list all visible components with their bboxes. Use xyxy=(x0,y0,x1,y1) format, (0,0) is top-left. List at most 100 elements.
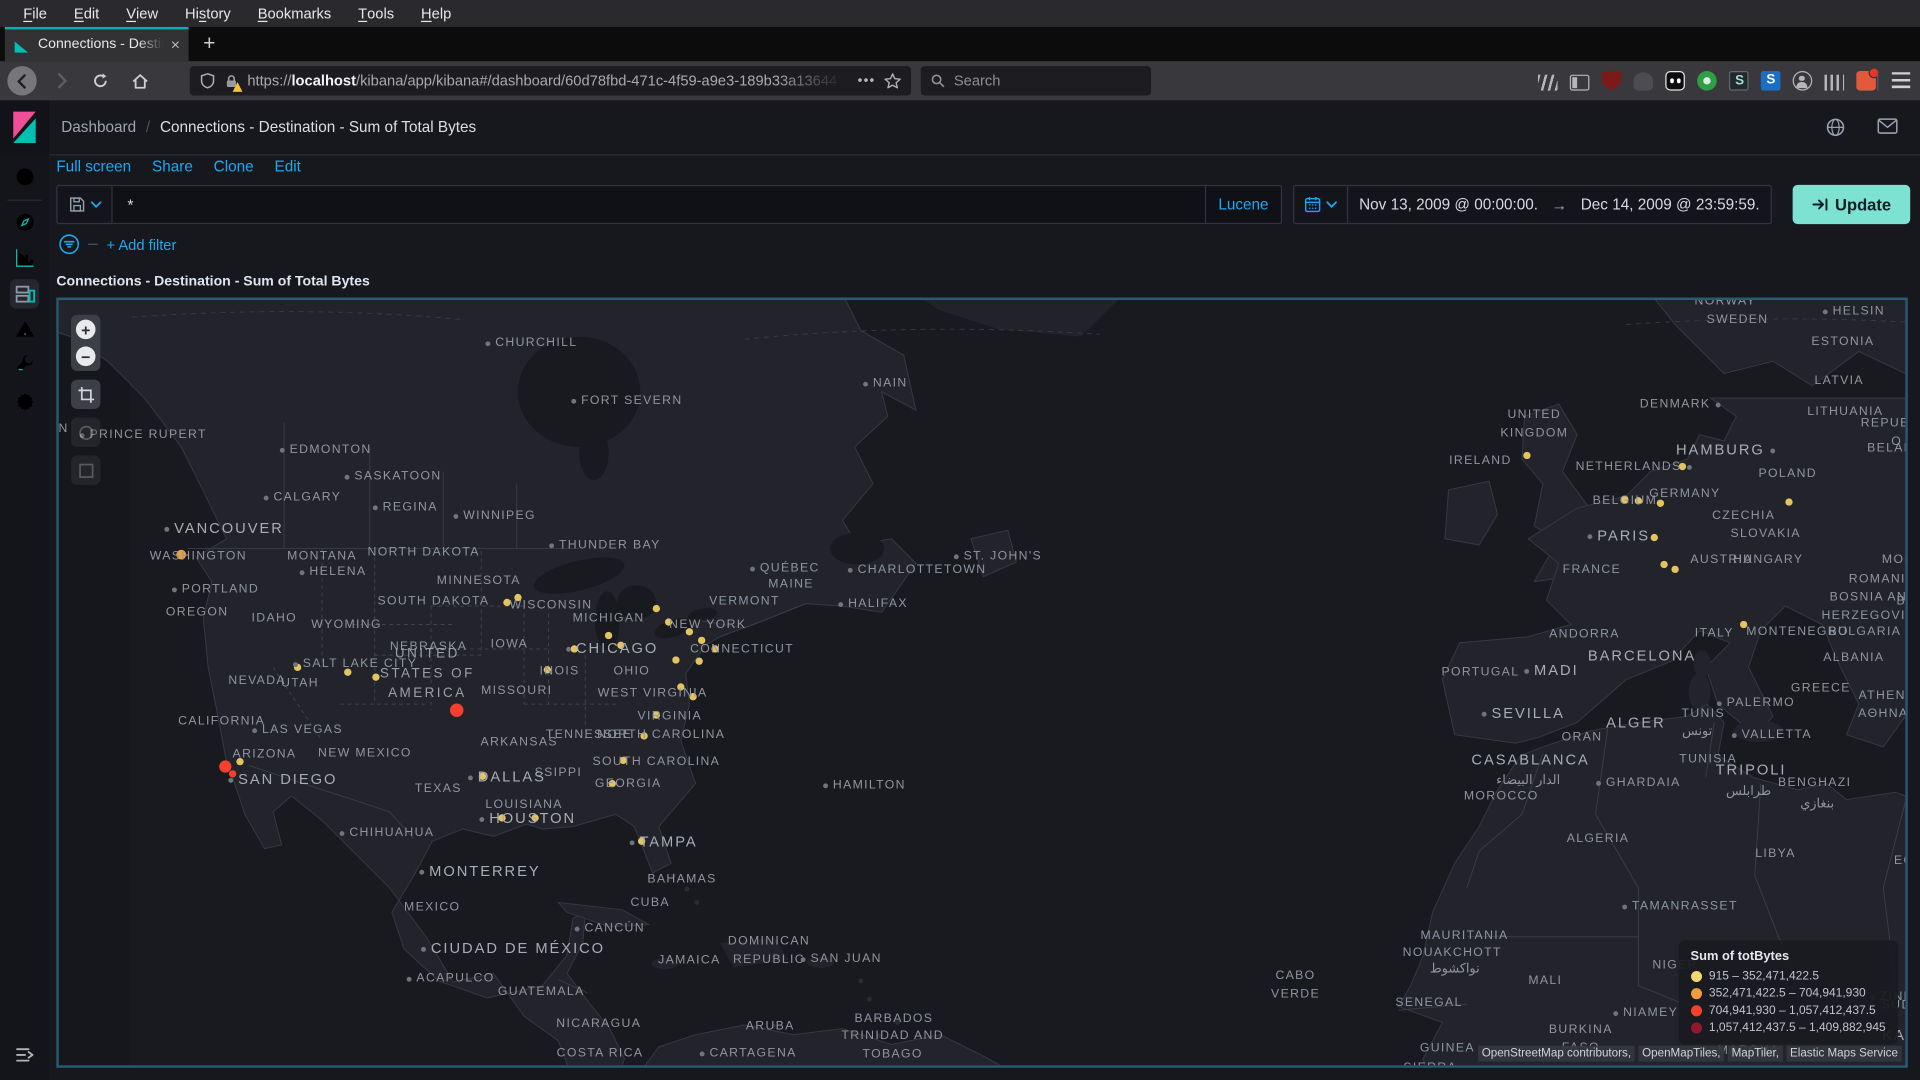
map-label: MADI xyxy=(1524,660,1578,681)
menu-help[interactable]: Help xyxy=(408,0,465,27)
geo-filter-rect-button[interactable] xyxy=(71,455,101,485)
data-point-yellow[interactable] xyxy=(1785,498,1793,506)
new-tab-button[interactable]: + xyxy=(189,27,231,61)
city-dot xyxy=(479,816,485,822)
library-extension-icon[interactable] xyxy=(1537,74,1558,90)
alerts-triangle-icon[interactable] xyxy=(10,313,39,342)
map-label: CANCÚN xyxy=(574,921,645,939)
page-actions-icon[interactable]: ••• xyxy=(858,73,876,88)
bookmark-star-icon[interactable] xyxy=(884,72,901,89)
stylus-extension-icon[interactable] xyxy=(1728,71,1749,91)
calendar-button[interactable] xyxy=(1294,186,1349,223)
reload-button[interactable] xyxy=(86,66,115,95)
menu-edit[interactable]: Edit xyxy=(60,0,112,27)
data-point-yellow[interactable] xyxy=(1671,565,1679,574)
map-label: NIAMEY xyxy=(1613,1005,1678,1023)
attribution-chip[interactable]: OpenStreetMap contributors, xyxy=(1478,1045,1635,1062)
menu-tools[interactable]: Tools xyxy=(345,0,408,27)
help-globe-icon[interactable] xyxy=(1826,118,1846,138)
search-icon xyxy=(931,74,945,88)
management-gear-icon[interactable] xyxy=(10,386,39,415)
kibana-logo[interactable] xyxy=(0,99,49,155)
map-label: TRINIDAD AND TOBAGO xyxy=(841,1029,944,1061)
city-dot xyxy=(467,775,473,780)
data-point-yellow[interactable] xyxy=(372,673,380,681)
clone-link[interactable]: Clone xyxy=(214,158,254,175)
cookie-extension-icon[interactable] xyxy=(1665,71,1685,91)
map-label: LATVIA xyxy=(1814,374,1864,388)
dev-tools-wrench-icon[interactable] xyxy=(10,348,39,377)
data-point-red[interactable] xyxy=(450,703,464,717)
dashboard-icon[interactable] xyxy=(9,279,40,309)
visualize-chart-icon[interactable] xyxy=(10,242,39,271)
query-value[interactable]: * xyxy=(127,195,1205,213)
attribution-chip[interactable]: OpenMapTiles, xyxy=(1638,1045,1725,1062)
lock-warning-icon[interactable] xyxy=(224,73,243,92)
newsfeed-envelope-icon[interactable] xyxy=(1877,118,1898,135)
query-language-toggle[interactable]: Lucene xyxy=(1204,186,1281,223)
map-label: LAS VEGAS xyxy=(252,722,343,740)
back-button[interactable] xyxy=(7,66,37,96)
menu-view[interactable]: View xyxy=(113,0,172,27)
ghostery-extension-icon[interactable] xyxy=(1633,71,1654,90)
map-label: OHIO xyxy=(613,664,651,679)
map-label: CONNECTICUT xyxy=(690,642,795,657)
breadcrumb-dashboard[interactable]: Dashboard xyxy=(61,119,136,136)
city-dot xyxy=(1481,711,1487,717)
sblue-extension-icon[interactable] xyxy=(1760,71,1781,91)
panel-title[interactable]: Connections - Destination - Sum of Total… xyxy=(56,274,369,289)
data-point-yellow[interactable] xyxy=(1523,451,1531,460)
zoom-out-button[interactable]: − xyxy=(75,346,96,367)
legend-color-dot xyxy=(1690,988,1702,1000)
url-text[interactable]: https://localhost/kibana/app/kibana#/das… xyxy=(247,72,849,89)
map-label: SAN DIEGO xyxy=(228,769,337,790)
collapse-sidebar-icon[interactable] xyxy=(10,1040,39,1069)
sidebar-divider xyxy=(7,199,42,201)
geo-filter-circle-button[interactable] xyxy=(71,417,101,447)
date-end[interactable]: Dec 14, 2009 @ 23:59:59. xyxy=(1570,196,1771,213)
share-link[interactable]: Share xyxy=(152,158,193,175)
data-point-yellow[interactable] xyxy=(1660,560,1668,569)
browser-search-box[interactable]: Search xyxy=(920,66,1152,96)
home-button[interactable] xyxy=(125,66,154,95)
recently-viewed-clock-icon[interactable] xyxy=(10,162,39,191)
tab-close-icon[interactable]: × xyxy=(171,36,180,52)
discover-compass-icon[interactable] xyxy=(10,207,39,236)
saved-query-button[interactable] xyxy=(56,184,113,225)
map-panel[interactable]: CHURCHILL FORT SEVERN NAIN PRINCE RUPERT EDM… xyxy=(56,297,1908,1068)
query-input[interactable]: * Lucene xyxy=(112,184,1283,225)
map-label: MONTERREY xyxy=(419,861,540,882)
data-point-yellow[interactable] xyxy=(1650,533,1658,542)
containers-extension-icon[interactable] xyxy=(1824,74,1845,90)
attribution-chip[interactable]: Elastic Maps Service xyxy=(1786,1045,1902,1062)
update-button[interactable]: Update xyxy=(1792,184,1911,225)
attribution-chip[interactable]: MapTiler, xyxy=(1727,1045,1783,1062)
url-bar[interactable]: https://localhost/kibana/app/kibana#/das… xyxy=(189,66,912,96)
menu-file[interactable]: File xyxy=(10,0,61,27)
city-dot xyxy=(1769,448,1775,454)
map-label: WASHINGTON xyxy=(149,549,247,563)
sidebar-extension-icon[interactable] xyxy=(1569,74,1590,90)
ublock-extension-icon[interactable] xyxy=(1601,71,1622,91)
account-extension-icon[interactable] xyxy=(1792,71,1813,91)
edit-link[interactable]: Edit xyxy=(274,158,300,175)
app-menu-icon[interactable] xyxy=(1891,72,1911,89)
full-screen-link[interactable]: Full screen xyxy=(56,158,131,175)
zoom-in-button[interactable]: + xyxy=(75,319,96,340)
data-point-yellow[interactable] xyxy=(652,604,660,613)
city-dot xyxy=(863,382,868,387)
filter-icon[interactable] xyxy=(59,234,80,255)
menu-bookmarks[interactable]: Bookmarks xyxy=(244,0,344,27)
tracking-shield-icon[interactable] xyxy=(200,72,216,89)
draw-bounds-tool-button[interactable] xyxy=(71,379,101,409)
orange-extension-icon[interactable] xyxy=(1856,67,1880,91)
browser-tab[interactable]: Connections - Destinatio × xyxy=(4,26,189,62)
date-start[interactable]: Nov 13, 2009 @ 00:00:00. xyxy=(1348,196,1549,213)
map-label: IDAHO xyxy=(251,611,298,626)
privacy-extension-icon[interactable] xyxy=(1697,71,1717,91)
forward-button[interactable] xyxy=(47,66,76,95)
menu-history[interactable]: Hi s tory xyxy=(172,0,245,27)
add-filter-link[interactable]: + Add filter xyxy=(107,236,177,253)
data-point-yellow[interactable] xyxy=(672,656,680,664)
map-label: MAINE xyxy=(768,577,814,592)
